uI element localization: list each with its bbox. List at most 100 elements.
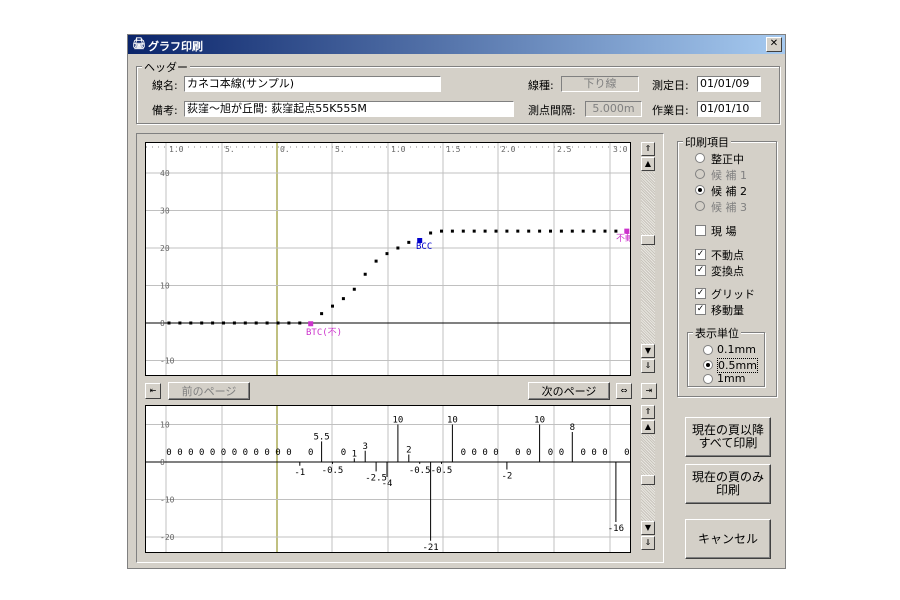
- upper-x-tick-label: 2.5: [557, 145, 572, 154]
- units-title: 表示単位: [693, 325, 741, 341]
- lower-chart-svg: 100-10-200 0 0 0 0 0 0 0 0 0 0 0-105.5-0.50 13-2.5-4…: [146, 406, 630, 552]
- upper-y-tick-label: -10: [160, 357, 175, 366]
- kouho2-radio[interactable]: [695, 185, 705, 195]
- idouryou-checkbox[interactable]: ✓: [695, 304, 706, 315]
- upper-data-point: [614, 229, 618, 233]
- upper-data-point: [178, 321, 182, 325]
- close-button[interactable]: ✕: [766, 37, 782, 52]
- last-page-button[interactable]: ⇥: [641, 383, 657, 399]
- lower-scroll-down-button[interactable]: ▼: [641, 521, 655, 535]
- next-page-button[interactable]: 次のページ: [528, 382, 610, 400]
- upper-data-point: [603, 229, 607, 233]
- upper-scroll-thumb[interactable]: [641, 235, 655, 245]
- print-from-current-button[interactable]: 現在の頁以降 すべて印刷: [685, 417, 771, 457]
- upper-data-point: [505, 229, 509, 233]
- fudouten-checkbox[interactable]: ✓: [695, 249, 706, 260]
- upper-scroll-page-down-button[interactable]: ⇓: [641, 359, 655, 373]
- lower-value-label: 0: [526, 448, 531, 458]
- upper-scroll-track[interactable]: [641, 172, 655, 344]
- lower-value-label: 0: [286, 448, 291, 458]
- upper-data-point: [527, 229, 531, 233]
- upper-x-tick-label: 1.0: [169, 145, 184, 154]
- horizontal-scroll-button[interactable]: ⇔: [616, 383, 632, 399]
- idouryou-label: 移動量: [711, 304, 744, 317]
- kouho1-radio[interactable]: [695, 169, 705, 179]
- printer-icon: 🖨: [132, 37, 146, 50]
- upper-x-tick-label: 3.0: [613, 145, 628, 154]
- upper-data-point: [549, 229, 552, 233]
- upper-scroll-up-button[interactable]: ▲: [641, 157, 655, 171]
- lower-chart: 10 0 -10 -20 0 0 0 0 0 0 0 0 0 0 0 0 -1 0 5.5 -0.5 0 1 3 -2.5 -4…: [145, 405, 631, 553]
- henkanten-checkbox[interactable]: ✓: [695, 265, 706, 276]
- unit-1-radio[interactable]: [703, 374, 713, 384]
- upper-data-point: [440, 229, 443, 233]
- upper-data-point: [559, 229, 563, 233]
- upper-scroll-down-button[interactable]: ▼: [641, 344, 655, 358]
- lower-value-label: 0: [232, 448, 237, 458]
- upper-data-point: [265, 321, 269, 325]
- upper-data-point: [570, 229, 574, 233]
- lower-scroll-page-up-button[interactable]: ⇑: [641, 405, 655, 419]
- lower-value-label: 8: [570, 423, 575, 433]
- kouho1-label: 候 補 1: [711, 169, 747, 182]
- upper-data-point: [352, 287, 356, 291]
- measure-date-field[interactable]: 01/01/09: [697, 76, 761, 92]
- lower-scroll-up-button[interactable]: ▲: [641, 420, 655, 434]
- seisei-radio[interactable]: [695, 153, 705, 163]
- interval-label: 測点間隔:: [528, 104, 576, 117]
- prev-page-button[interactable]: 前のページ: [168, 382, 250, 400]
- remarks-field[interactable]: 荻窪〜旭が丘間: 荻窪起点55K555M: [184, 101, 514, 117]
- lower-scroll-thumb[interactable]: [641, 475, 655, 485]
- genba-checkbox[interactable]: [695, 225, 706, 236]
- unit-1-label: 1mm: [717, 372, 746, 385]
- print-current-only-button[interactable]: 現在の頁のみ 印刷: [685, 464, 771, 504]
- unit-05-radio[interactable]: [703, 360, 713, 370]
- kouho2-label: 候 補 2: [711, 185, 747, 198]
- btc-label: BTC(不): [306, 327, 342, 338]
- upper-scroll-page-up-button[interactable]: ⇑: [641, 142, 655, 156]
- upper-data-point: [167, 321, 171, 325]
- upper-chart: 1.0 5. 0. 5. 1.0 1.5 2.0 2.5 3.0 40 30 20 10 0 -10 BTC(…: [145, 142, 631, 376]
- lower-scroll-page-down-button[interactable]: ⇓: [641, 536, 655, 550]
- upper-data-point: [407, 240, 411, 244]
- lower-value-label: 0: [166, 448, 171, 458]
- upper-data-point: [450, 229, 454, 233]
- upper-y-tick-label: 30: [160, 207, 170, 216]
- genba-label: 現 場: [711, 225, 737, 238]
- lower-value-label: 0: [602, 448, 607, 458]
- lower-value-label: 0: [559, 448, 564, 458]
- upper-data-point: [363, 272, 367, 276]
- lower-value-label: -0.5: [431, 466, 453, 476]
- lower-value-label: 0: [591, 448, 596, 458]
- upper-data-point: [331, 304, 334, 308]
- lower-value-label: 0: [308, 448, 313, 458]
- unit-01-radio[interactable]: [703, 345, 713, 355]
- work-date-label: 作業日:: [652, 104, 689, 117]
- grid-checkbox[interactable]: ✓: [695, 288, 706, 299]
- upper-x-tick-label: 1.0: [391, 145, 406, 154]
- upper-data-point: [254, 321, 258, 325]
- henkanten-label: 変換点: [711, 265, 744, 278]
- upper-data-point: [276, 321, 280, 325]
- window-title: グラフ印刷: [148, 40, 203, 53]
- lower-value-label: 0: [341, 448, 346, 458]
- lower-value-label: 1: [352, 449, 357, 459]
- header-group-title: ヘッダー: [142, 59, 190, 75]
- work-date-field[interactable]: 01/01/10: [697, 101, 761, 117]
- measure-date-label: 測定日:: [652, 79, 689, 92]
- upper-data-point: [624, 228, 630, 234]
- upper-data-point: [396, 246, 400, 250]
- upper-data-point: [429, 231, 433, 235]
- upper-data-point: [341, 297, 345, 301]
- upper-data-point: [385, 252, 389, 256]
- upper-x-tick-label: 2.0: [501, 145, 516, 154]
- first-page-button[interactable]: ⇤: [145, 383, 161, 399]
- upper-chart-svg: 1.0 5. 0. 5. 1.0 1.5 2.0 2.5 3.0 40 30 20 10 0 -10 BTC(…: [146, 143, 630, 375]
- line-name-field[interactable]: カネコ本線(サンプル): [184, 76, 441, 92]
- unit-01-label: 0.1mm: [717, 343, 756, 356]
- cancel-button[interactable]: キャンセル: [685, 519, 771, 559]
- kouho3-radio[interactable]: [695, 201, 705, 211]
- upper-data-point: [298, 321, 302, 325]
- upper-data-point: [472, 229, 476, 233]
- remarks-label: 備考:: [152, 104, 178, 117]
